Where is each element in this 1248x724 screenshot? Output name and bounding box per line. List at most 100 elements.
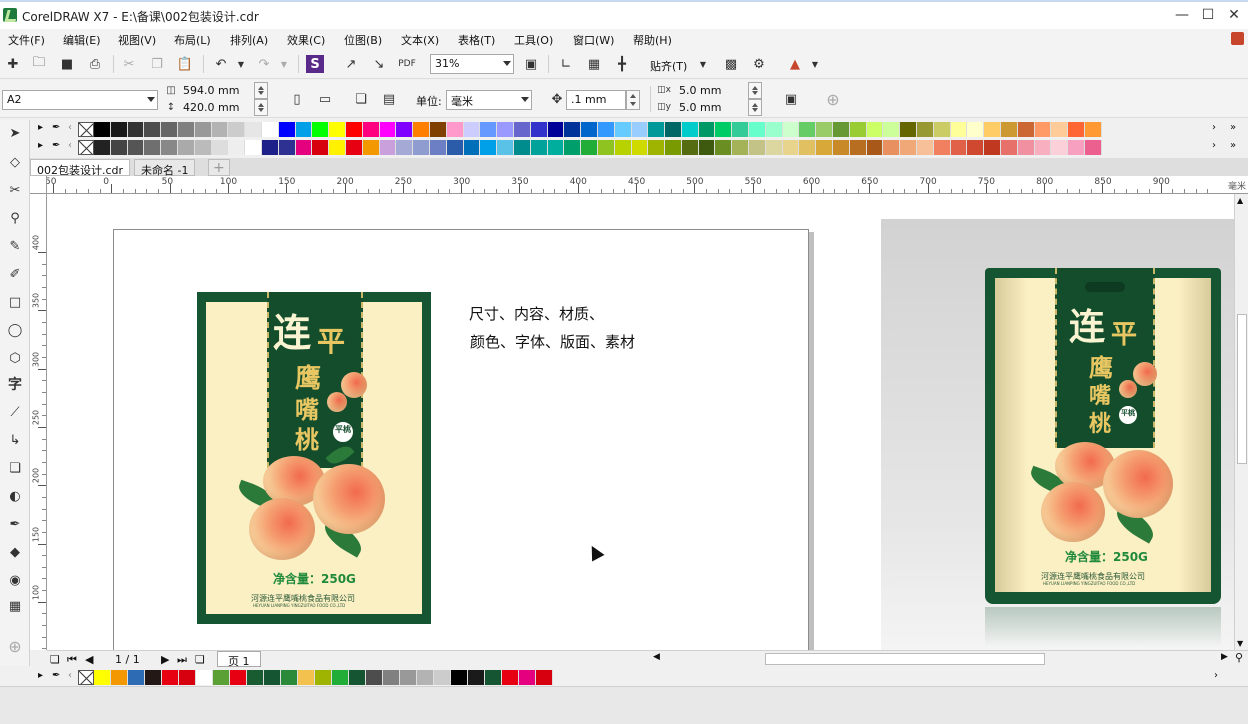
scroll-right-icon[interactable]: › [1212, 140, 1216, 151]
copy-icon[interactable]: ❐ [148, 55, 166, 73]
color-swatch[interactable] [536, 669, 553, 685]
menu-tools[interactable]: 工具(O) [514, 32, 553, 48]
color-swatch[interactable] [1034, 122, 1052, 137]
color-swatch[interactable] [228, 122, 246, 137]
current-page-icon[interactable]: ▤ [380, 90, 398, 108]
add-tool-icon[interactable]: ⊕ [5, 636, 25, 656]
color-swatch[interactable] [732, 140, 750, 155]
color-swatch[interactable] [247, 669, 264, 685]
color-swatch[interactable] [519, 669, 536, 685]
eyedropper-icon[interactable]: ✒ [52, 140, 60, 151]
palette-arrow-icon[interactable]: ▸ [38, 670, 43, 681]
color-swatch[interactable] [245, 140, 262, 155]
color-swatch[interactable] [648, 122, 666, 137]
horizontal-ruler[interactable]: 5005010015020025030035040045050055060065… [47, 176, 1248, 194]
no-color-swatch[interactable] [78, 140, 94, 155]
color-swatch[interactable] [497, 140, 514, 155]
zoom-navigator-icon[interactable]: ⚲ [1235, 651, 1243, 664]
color-swatch[interactable] [816, 140, 834, 155]
palette-expand-icon[interactable]: » [1230, 140, 1236, 151]
duplicate-y-spinner[interactable] [748, 99, 762, 116]
vertical-ruler[interactable]: 400 350 300 250 200 150 100 [30, 194, 47, 650]
scroll-left-icon[interactable]: ‹ [68, 122, 72, 133]
palette-arrow-icon[interactable]: ▸ [38, 122, 43, 133]
show-grid-icon[interactable]: ▦ [585, 55, 603, 73]
color-swatch[interactable] [631, 140, 649, 155]
color-swatch[interactable] [681, 140, 699, 155]
color-swatch[interactable] [883, 122, 901, 137]
all-pages-icon[interactable]: ❏ [352, 90, 370, 108]
color-swatch[interactable] [446, 140, 464, 155]
color-swatch[interactable] [900, 140, 918, 155]
page-height-input[interactable]: 420.0 mm [178, 99, 252, 116]
color-swatch[interactable] [866, 122, 884, 137]
paste-icon[interactable]: 📋 [176, 55, 194, 73]
color-swatch[interactable] [581, 122, 598, 137]
welcome-screen-icon[interactable]: ▩ [722, 55, 740, 73]
color-swatch[interactable] [230, 669, 247, 685]
scroll-down-icon[interactable]: ▼ [1237, 639, 1243, 648]
menu-file[interactable]: 文件(F) [8, 32, 45, 48]
publish-pdf-icon[interactable]: PDF [398, 55, 416, 73]
color-swatch[interactable] [161, 140, 178, 155]
shape-tool-icon[interactable]: ◇ [5, 152, 25, 172]
palette-nav[interactable]: ▸ ✒ ‹ [30, 139, 78, 156]
color-swatch[interactable] [816, 122, 834, 137]
color-swatch[interactable] [631, 122, 649, 137]
parallel-dimension-icon[interactable]: ⟋ [5, 402, 25, 422]
color-swatch[interactable] [468, 669, 485, 685]
color-swatch[interactable] [849, 122, 867, 137]
color-swatch[interactable] [94, 669, 111, 685]
color-swatch[interactable] [345, 140, 363, 155]
color-swatch[interactable] [547, 122, 565, 137]
color-swatch[interactable] [261, 140, 279, 155]
color-swatch[interactable] [177, 122, 195, 137]
units-select[interactable]: 毫米 [446, 90, 532, 110]
treat-as-filled-icon[interactable]: ▣ [782, 90, 800, 108]
color-swatch[interactable] [833, 140, 850, 155]
color-swatch[interactable] [950, 122, 968, 137]
color-swatch[interactable] [379, 122, 397, 137]
color-swatch[interactable] [194, 122, 212, 137]
color-swatch[interactable] [144, 140, 162, 155]
connector-tool-icon[interactable]: ↳ [5, 430, 25, 450]
new-tab-icon[interactable]: + [208, 159, 230, 176]
application-launcher-icon[interactable]: ▲ [786, 55, 804, 73]
color-swatch[interactable] [295, 140, 313, 155]
duplicate-x-input[interactable]: 5.0 mm [674, 82, 746, 99]
quick-customize-icon[interactable]: ⊕ [824, 90, 842, 109]
interactive-fill-icon[interactable]: ◆ [5, 542, 25, 562]
text-tool-icon[interactable]: 字 [5, 374, 25, 394]
redo-icon[interactable]: ↷ [255, 55, 273, 73]
no-color-swatch[interactable] [78, 669, 94, 685]
color-swatch[interactable] [765, 122, 783, 137]
last-page-icon[interactable]: ⏭ [177, 653, 187, 667]
color-swatch[interactable] [883, 140, 901, 155]
color-swatch[interactable] [749, 122, 766, 137]
color-swatch[interactable] [429, 140, 447, 155]
no-color-swatch[interactable] [78, 122, 94, 137]
color-swatch[interactable] [110, 122, 128, 137]
scroll-right-icon[interactable]: ▶ [1221, 652, 1228, 662]
page-size-select[interactable]: A2 [2, 90, 158, 110]
eyedropper-icon[interactable]: ✒ [52, 670, 60, 681]
page-width-input[interactable]: 594.0 mm [178, 82, 252, 99]
snap-dropdown-icon[interactable]: ▼ [694, 55, 712, 73]
color-swatch[interactable] [145, 669, 162, 685]
color-swatch[interactable] [110, 140, 128, 155]
color-swatch[interactable] [547, 140, 565, 155]
options-icon[interactable]: ⚙ [750, 55, 768, 73]
color-swatch[interactable] [866, 140, 884, 155]
color-swatch[interactable] [345, 122, 363, 137]
menu-view[interactable]: 视图(V) [118, 32, 156, 48]
scroll-left-icon[interactable]: ‹ [68, 140, 72, 151]
menu-table[interactable]: 表格(T) [458, 32, 495, 48]
color-swatch[interactable] [917, 140, 934, 155]
color-swatch[interactable] [379, 140, 397, 155]
color-swatch[interactable] [984, 122, 1002, 137]
nudge-distance-input[interactable]: .1 mm [566, 90, 626, 110]
color-swatch[interactable] [298, 669, 315, 685]
color-swatch[interactable] [281, 669, 298, 685]
color-swatch[interactable] [665, 140, 682, 155]
artistic-media-icon[interactable]: ✐ [5, 264, 25, 284]
